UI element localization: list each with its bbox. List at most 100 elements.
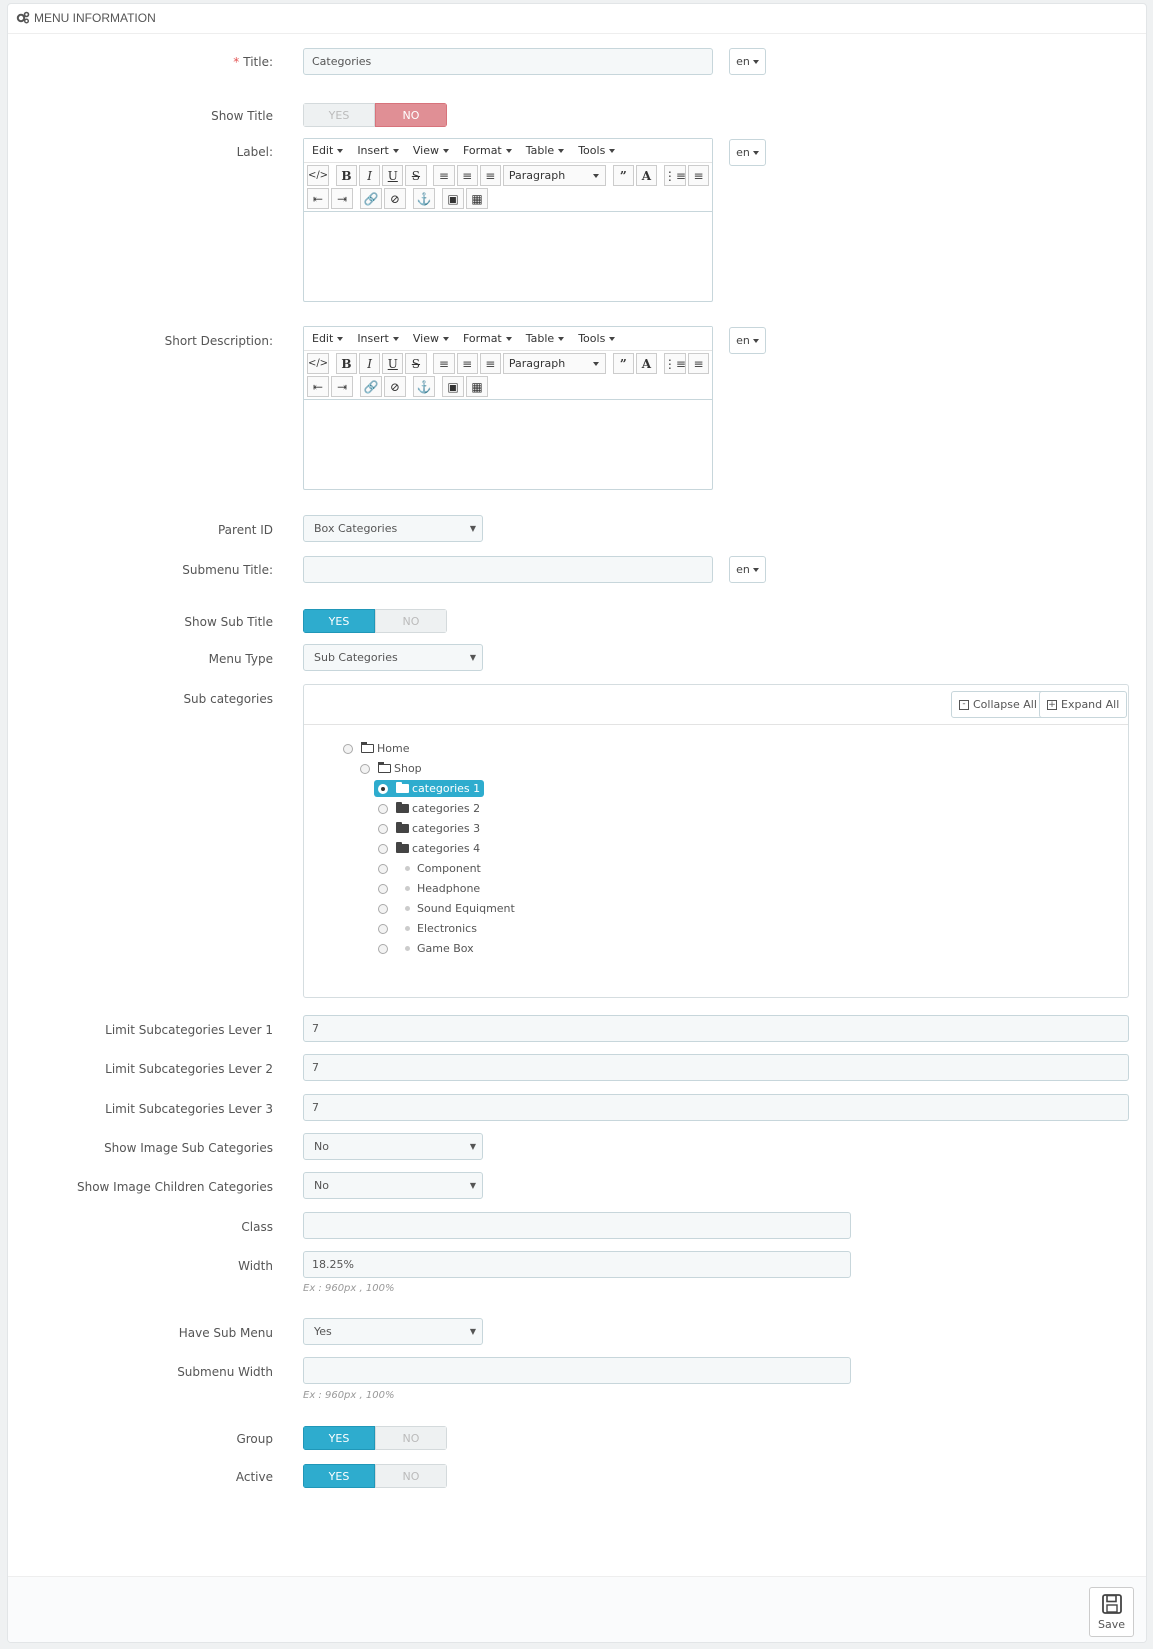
menu-edit[interactable]: Edit: [312, 332, 344, 345]
outdent-icon[interactable]: ⇤: [307, 376, 329, 397]
bold-icon[interactable]: B: [335, 353, 358, 374]
menu-format[interactable]: Format: [463, 144, 512, 157]
parent-id-select[interactable]: Box Categories ▼: [303, 515, 483, 542]
indent-icon[interactable]: ⇥: [331, 376, 353, 397]
tree-node-headphone[interactable]: Headphone: [378, 882, 480, 895]
menu-insert[interactable]: Insert: [357, 332, 399, 345]
tree-node-categories-4[interactable]: categories 4: [378, 842, 480, 855]
menu-format[interactable]: Format: [463, 332, 512, 345]
text-color-icon[interactable]: A: [635, 165, 658, 186]
block-format-select[interactable]: Paragraph: [502, 353, 606, 374]
limit-lever-1-input[interactable]: 7: [303, 1015, 1129, 1042]
link-icon[interactable]: 🔗: [360, 376, 382, 397]
tree-node-component[interactable]: Component: [378, 862, 481, 875]
menu-edit[interactable]: Edit: [312, 144, 344, 157]
label-editor-area[interactable]: [304, 211, 712, 303]
group-yes[interactable]: YES: [303, 1426, 375, 1450]
save-button[interactable]: Save: [1089, 1587, 1134, 1637]
underline-icon[interactable]: U: [382, 353, 404, 374]
show-image-children-select[interactable]: No ▼: [303, 1172, 483, 1199]
tree-node-categories-1[interactable]: categories 1: [374, 780, 485, 797]
tree-node-sound-equiqment[interactable]: Sound Equiqment: [378, 902, 515, 915]
align-right-icon[interactable]: ≡: [479, 165, 501, 186]
collapse-all-button[interactable]: - Collapse All: [951, 691, 1045, 718]
show-image-sub-select[interactable]: No ▼: [303, 1133, 483, 1160]
anchor-icon[interactable]: ⚓: [413, 188, 435, 209]
menu-table[interactable]: Table: [526, 332, 565, 345]
group-no[interactable]: NO: [375, 1426, 447, 1450]
radio-icon: [378, 843, 388, 854]
text-color-icon[interactable]: A: [635, 353, 658, 374]
menu-table[interactable]: Table: [526, 144, 565, 157]
submenu-width-input[interactable]: [303, 1357, 851, 1384]
group-toggle[interactable]: YES NO: [303, 1426, 447, 1450]
active-yes[interactable]: YES: [303, 1464, 375, 1488]
active-no[interactable]: NO: [375, 1464, 447, 1488]
blockquote-icon[interactable]: ”: [612, 353, 634, 374]
width-input[interactable]: 18.25%: [303, 1251, 851, 1278]
tree-node-categories-2[interactable]: categories 2: [378, 802, 480, 815]
strikethrough-icon[interactable]: S: [405, 353, 427, 374]
align-left-icon[interactable]: ≡: [433, 165, 455, 186]
tree-node-electronics[interactable]: Electronics: [378, 922, 477, 935]
menu-insert[interactable]: Insert: [357, 144, 399, 157]
menu-type-select[interactable]: Sub Categories ▼: [303, 644, 483, 671]
title-input[interactable]: Categories: [303, 48, 713, 75]
menu-view[interactable]: View: [413, 332, 449, 345]
submenu-title-input[interactable]: [303, 556, 713, 583]
block-format-select[interactable]: Paragraph: [502, 165, 606, 186]
expand-all-button[interactable]: + Expand All: [1039, 691, 1128, 718]
align-center-icon[interactable]: ≡: [456, 353, 478, 374]
short-description-editor-area[interactable]: [304, 399, 712, 491]
menu-view[interactable]: View: [413, 144, 449, 157]
class-input[interactable]: [303, 1212, 851, 1239]
menu-tools[interactable]: Tools: [578, 332, 616, 345]
label-lang-button[interactable]: en: [729, 139, 766, 166]
show-title-yes[interactable]: YES: [303, 103, 375, 127]
indent-icon[interactable]: ⇥: [331, 188, 353, 209]
code-icon[interactable]: </>: [307, 165, 329, 186]
italic-icon[interactable]: I: [359, 353, 381, 374]
bullet-list-icon[interactable]: ⋮≡: [664, 353, 686, 374]
tree-node-home[interactable]: Home: [343, 742, 409, 755]
label-editor[interactable]: Edit Insert View Format Table Tools </> …: [303, 138, 713, 302]
show-title-toggle[interactable]: YES NO: [303, 103, 447, 127]
align-left-icon[interactable]: ≡: [433, 353, 455, 374]
short-description-lang-button[interactable]: en: [729, 327, 766, 354]
show-sub-title-yes[interactable]: YES: [303, 609, 375, 633]
outdent-icon[interactable]: ⇤: [307, 188, 329, 209]
media-icon[interactable]: ▣: [442, 188, 464, 209]
numbered-list-icon[interactable]: ≡: [687, 165, 710, 186]
submenu-title-lang-button[interactable]: en: [729, 556, 766, 583]
show-title-no[interactable]: NO: [375, 103, 447, 127]
align-right-icon[interactable]: ≡: [479, 353, 501, 374]
limit-lever-3-input[interactable]: 7: [303, 1094, 1129, 1121]
image-icon[interactable]: ▦: [466, 376, 488, 397]
align-center-icon[interactable]: ≡: [456, 165, 478, 186]
tree-node-categories-3[interactable]: categories 3: [378, 822, 480, 835]
unlink-icon[interactable]: ⊘: [384, 376, 406, 397]
show-sub-title-no[interactable]: NO: [375, 609, 447, 633]
image-icon[interactable]: ▦: [466, 188, 488, 209]
unlink-icon[interactable]: ⊘: [384, 188, 406, 209]
title-lang-button[interactable]: en: [729, 48, 766, 75]
numbered-list-icon[interactable]: ≡: [687, 353, 710, 374]
tree-node-shop[interactable]: Shop: [360, 762, 422, 775]
limit-lever-2-input[interactable]: 7: [303, 1054, 1129, 1081]
bold-icon[interactable]: B: [335, 165, 358, 186]
italic-icon[interactable]: I: [359, 165, 381, 186]
bullet-list-icon[interactable]: ⋮≡: [664, 165, 686, 186]
menu-tools[interactable]: Tools: [578, 144, 616, 157]
active-toggle[interactable]: YES NO: [303, 1464, 447, 1488]
blockquote-icon[interactable]: ”: [612, 165, 634, 186]
underline-icon[interactable]: U: [382, 165, 404, 186]
show-sub-title-toggle[interactable]: YES NO: [303, 609, 447, 633]
code-icon[interactable]: </>: [307, 353, 329, 374]
strikethrough-icon[interactable]: S: [405, 165, 427, 186]
link-icon[interactable]: 🔗: [360, 188, 382, 209]
have-sub-menu-select[interactable]: Yes ▼: [303, 1318, 483, 1345]
anchor-icon[interactable]: ⚓: [413, 376, 435, 397]
tree-node-game-box[interactable]: Game Box: [378, 942, 474, 955]
short-description-editor[interactable]: Edit Insert View Format Table Tools </> …: [303, 326, 713, 490]
media-icon[interactable]: ▣: [442, 376, 464, 397]
